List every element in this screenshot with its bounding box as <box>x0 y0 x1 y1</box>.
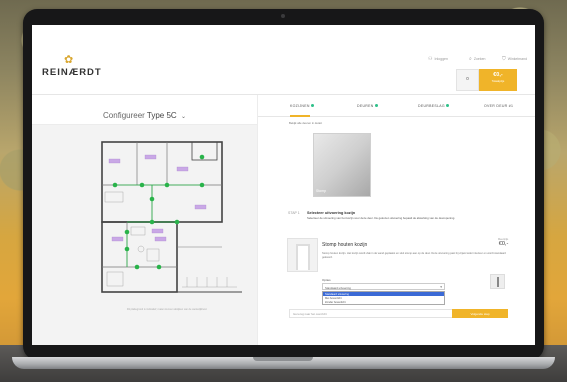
step-description: Selecteer de uitvoering van het kozijn v… <box>307 216 456 220</box>
search-link[interactable]: ⌕ Zoeken <box>469 56 486 62</box>
next-step-button[interactable]: Volgende stap <box>452 309 508 318</box>
total-price: €0,- <box>493 72 503 78</box>
brand-logo[interactable]: ✿ REINÆRDT <box>42 53 102 83</box>
product-image[interactable] <box>287 238 318 272</box>
handle-swatch[interactable] <box>490 274 505 289</box>
product-description: Stomp houten kozijn. Het kozijn wordt vl… <box>322 252 506 259</box>
chevron-down-icon: ▾ <box>440 285 442 289</box>
login-link[interactable]: ⚇ Inloggen <box>428 56 448 62</box>
door-frame-icon <box>296 244 310 270</box>
configurator-title-bar[interactable]: Configureer Type 5C ⌄ <box>32 95 257 125</box>
laptop-screen: ✿ REINÆRDT ⚇ Inloggen ⌕ Zoeken ⛉ Winkelm… <box>32 25 535 345</box>
site-header: ✿ REINÆRDT ⚇ Inloggen ⌕ Zoeken ⛉ Winkelm… <box>32 25 535 95</box>
total-price-label: Totaalprijs <box>491 79 505 83</box>
options-dropdown: Standaard uitvoering Met bovenlicht Zond… <box>322 291 445 305</box>
room-tags <box>108 154 207 242</box>
logo-mark-icon: ✿ <box>64 54 74 66</box>
step-title: Selecteer uitvoering kozijn <box>307 211 356 215</box>
laptop-base <box>12 357 555 369</box>
floor-plan-caption: Dit plattegrond is indicatief; maten kun… <box>126 308 208 311</box>
completed-dot-icon <box>310 104 314 107</box>
product-name: Stomp houten kozijn <box>322 242 368 248</box>
options-label: Opties <box>322 278 331 282</box>
outer-walls <box>101 141 242 293</box>
options-select[interactable]: Standaard uitvoering ▾ <box>322 283 445 290</box>
laptop-notch <box>253 357 313 361</box>
cart-count-badge[interactable]: 0 <box>456 69 479 91</box>
search-icon: ⌕ <box>469 56 472 62</box>
tab-kozijnen[interactable]: KOZIJNEN <box>290 104 314 108</box>
cart-icon: ⛉ <box>502 56 506 62</box>
floor-plan[interactable] <box>97 137 252 307</box>
step-tabs: KOZIJNEN DEUREN DEURBESLAG OVER DEUR #1 <box>258 95 535 117</box>
user-icon: ⚇ <box>428 56 433 62</box>
frame-swatch[interactable] <box>313 133 371 197</box>
dropdown-option[interactable]: Zonder bovenlicht <box>323 300 444 304</box>
cart-link[interactable]: ⛉ Winkelmand <box>502 56 527 62</box>
door-markers <box>112 154 205 270</box>
laptop-lid: ✿ REINÆRDT ⚇ Inloggen ⌕ Zoeken ⛉ Winkelm… <box>23 9 544 360</box>
chevron-down-icon: ⌄ <box>180 114 186 120</box>
completed-dot-icon <box>374 104 378 107</box>
webcam <box>281 14 285 18</box>
tab-over-deur[interactable]: OVER DEUR #1 <box>484 104 513 108</box>
product-price: Meerprijs €0,- <box>498 238 509 247</box>
floor-plan-panel: Dit plattegrond is indicatief; maten kun… <box>32 125 257 345</box>
completed-dot-icon <box>445 104 449 107</box>
intro-text: Bekijk alle deuren in detail. <box>289 121 323 125</box>
tab-deuren[interactable]: DEUREN <box>357 104 378 108</box>
tab-deurbeslag[interactable]: DEURBESLAG <box>418 104 449 108</box>
active-tab-indicator <box>290 115 310 117</box>
total-price-box[interactable]: €0,- Totaalprijs <box>479 69 517 91</box>
configurator-panel: KOZIJNEN DEUREN DEURBESLAG OVER DEUR #1 … <box>257 95 535 345</box>
step-number: STAP 1 <box>288 211 300 215</box>
frame-swatch-label: Stomp <box>316 189 327 193</box>
fixtures <box>104 191 237 288</box>
configurator-title: Configureer Type 5C <box>103 111 177 120</box>
logo-text: REINÆRDT <box>42 67 102 78</box>
